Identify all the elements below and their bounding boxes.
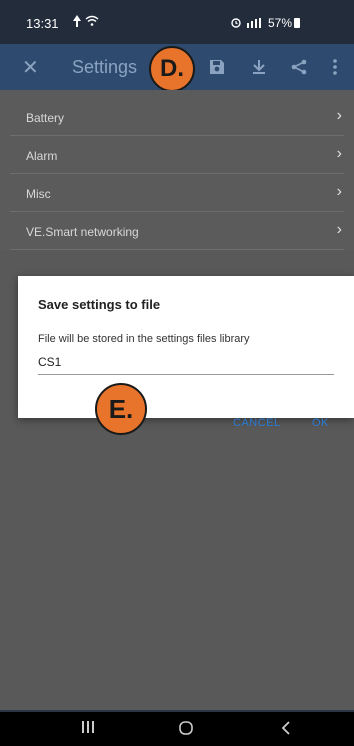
settings-list: Battery › Alarm › Misc › VE.Smart networ… (0, 90, 354, 250)
alarm-icon (231, 18, 241, 28)
notification-icon (73, 15, 81, 27)
settings-item-ve-smart-networking[interactable]: VE.Smart networking › (10, 211, 344, 250)
callout-d: D. (149, 46, 195, 92)
settings-item-label: VE.Smart networking (26, 225, 139, 239)
share-icon[interactable] (290, 56, 312, 78)
close-icon[interactable]: ✕ (22, 55, 39, 80)
status-bar: 13:31 57% (0, 0, 354, 44)
settings-item-label: Misc (26, 187, 51, 201)
download-icon[interactable] (250, 56, 272, 78)
more-menu-icon[interactable] (332, 56, 354, 78)
dialog-subtitle: File will be stored in the settings file… (38, 333, 250, 345)
signal-icon (246, 18, 261, 28)
save-icon[interactable] (208, 56, 230, 78)
ok-button[interactable]: OK (312, 417, 329, 429)
chevron-right-icon: › (336, 145, 342, 162)
save-settings-dialog: Save settings to file File will be store… (18, 276, 354, 429)
settings-item-misc[interactable]: Misc › (10, 173, 344, 212)
system-nav-bar (0, 712, 354, 746)
settings-item-label: Battery (26, 111, 65, 125)
filename-input[interactable]: CS1 (38, 350, 334, 375)
battery-percent: 57% (267, 16, 292, 30)
status-right: 57% (231, 16, 300, 30)
back-icon[interactable] (280, 720, 292, 741)
settings-item-alarm[interactable]: Alarm › (10, 135, 344, 174)
status-time: 13:31 (26, 16, 59, 31)
chevron-right-icon: › (336, 183, 342, 200)
settings-item-label: Alarm (26, 149, 58, 163)
battery-icon (294, 18, 300, 28)
callout-e: E. (95, 383, 147, 435)
settings-item-battery[interactable]: Battery › (10, 97, 344, 136)
chevron-right-icon: › (336, 107, 342, 124)
page-title: Settings (72, 57, 138, 77)
cancel-button[interactable]: CANCEL (233, 417, 281, 429)
chevron-right-icon: › (336, 221, 342, 238)
recents-icon[interactable] (80, 720, 96, 739)
dialog-title: Save settings to file (38, 297, 161, 312)
wifi-icon (85, 15, 99, 26)
home-icon[interactable] (178, 720, 194, 741)
